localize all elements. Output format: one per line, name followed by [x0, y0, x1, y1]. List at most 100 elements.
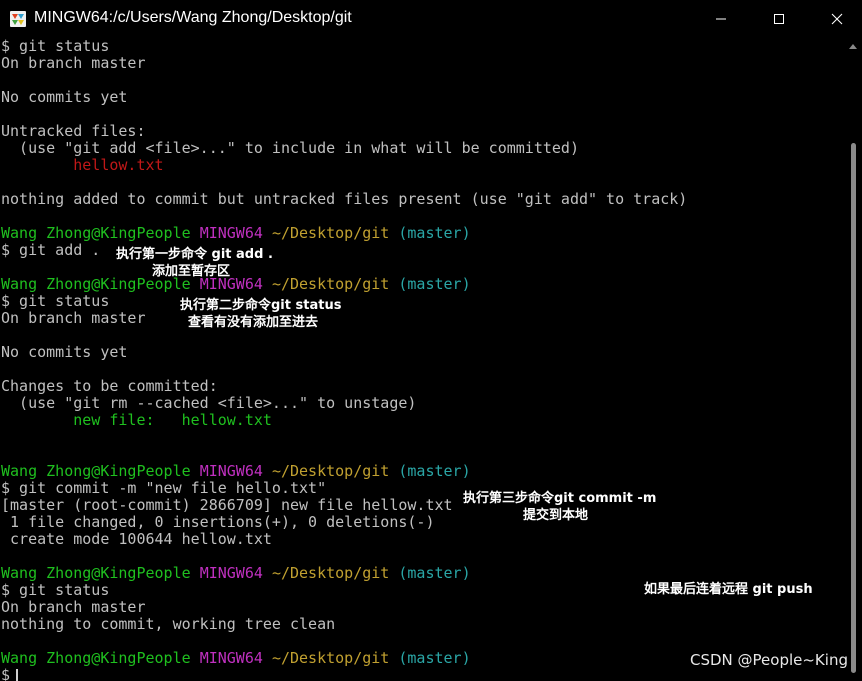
terminal-text-segment: Wang Zhong@KingPeople	[1, 224, 191, 242]
terminal-text-segment: (use "git rm --cached <file>..." to unst…	[1, 394, 417, 412]
annotation-step-3-line-1: 执行第三步命令git commit -m	[463, 491, 657, 506]
terminal-text-segment: create mode 100644 hellow.txt	[1, 530, 272, 548]
annotation-step-2-line-2: 查看有没有添加至进去	[188, 315, 319, 330]
terminal-text-segment: ~/Desktop/git	[271, 649, 390, 667]
minimize-button[interactable]	[692, 0, 750, 38]
git-bash-icon	[9, 10, 27, 28]
terminal-text-segment: $ git commit -m "new file hello.txt"	[1, 479, 327, 497]
terminal-text-segment: Wang Zhong@KingPeople	[1, 462, 191, 480]
terminal-text-segment: ~/Desktop/git	[271, 224, 390, 242]
window-title: MINGW64:/c/Users/Wang Zhong/Desktop/git	[34, 9, 352, 26]
terminal-line: nothing to commit, working tree clean	[0, 616, 845, 633]
scrollbar-thumb[interactable]	[851, 143, 856, 673]
minimize-icon	[716, 18, 726, 20]
terminal-line: Wang Zhong@KingPeople MINGW64 ~/Desktop/…	[0, 225, 845, 242]
terminal-text-segment: $ git add .	[1, 241, 101, 259]
terminal-line: 1 file changed, 0 insertions(+), 0 delet…	[0, 514, 845, 531]
terminal-line: No commits yet	[0, 344, 845, 361]
terminal-text-segment: 1 file changed, 0 insertions(+), 0 delet…	[1, 513, 435, 531]
terminal-text-segment: ~/Desktop/git	[271, 564, 390, 582]
terminal-text-segment: (master)	[398, 649, 471, 667]
terminal-line: Untracked files:	[0, 123, 845, 140]
terminal-line: $ git status	[0, 293, 845, 310]
terminal-text-segment: [master (root-commit) 2866709] new file …	[1, 496, 453, 514]
terminal-line: nothing added to commit but untracked fi…	[0, 191, 845, 208]
annotation-step-2: 执行第二步命令git status 查看有没有添加至进去	[180, 297, 341, 331]
terminal-line: On branch master	[0, 599, 845, 616]
terminal-text-segment: ~/Desktop/git	[271, 462, 390, 480]
terminal-text-segment: $ git status	[1, 38, 110, 55]
terminal-line: create mode 100644 hellow.txt	[0, 531, 845, 548]
annotation-step-4: 如果最后连着远程 git push	[644, 581, 813, 598]
terminal-text-segment: new file: hellow.txt	[73, 411, 272, 429]
terminal-text-segment: Wang Zhong@KingPeople	[1, 564, 191, 582]
scrollbar[interactable]	[845, 38, 862, 681]
terminal-text-segment: hellow.txt	[73, 156, 164, 174]
title-bar: MINGW64:/c/Users/Wang Zhong/Desktop/git	[0, 0, 862, 38]
terminal-text-segment: No commits yet	[1, 88, 128, 106]
close-button[interactable]	[808, 0, 862, 38]
terminal-text-segment: MINGW64	[199, 224, 263, 242]
terminal-text-segment: (master)	[398, 224, 471, 242]
terminal-line: On branch master	[0, 310, 845, 327]
terminal-text-segment: MINGW64	[199, 564, 263, 582]
terminal-text-segment: $ git status	[1, 292, 110, 310]
terminal-line: On branch master	[0, 55, 845, 72]
terminal-line: new file: hellow.txt	[0, 412, 845, 429]
terminal-text-segment: (master)	[398, 564, 471, 582]
terminal-text-segment: nothing to commit, working tree clean	[1, 615, 336, 633]
terminal-line: $ git commit -m "new file hello.txt"	[0, 480, 845, 497]
terminal-line: $	[0, 667, 845, 681]
terminal-line: Wang Zhong@KingPeople MINGW64 ~/Desktop/…	[0, 463, 845, 480]
terminal-text-segment: Untracked files:	[1, 122, 146, 140]
terminal-text-segment: On branch master	[1, 598, 146, 616]
terminal-text-segment: $ git status	[1, 581, 110, 599]
close-icon	[831, 13, 843, 25]
terminal-text-segment: (master)	[398, 275, 471, 293]
annotation-step-2-line-1: 执行第二步命令git status	[180, 298, 342, 313]
annotation-step-1-line-2: 添加至暂存区	[152, 264, 231, 279]
terminal-line: $ git status	[0, 38, 845, 55]
terminal-text-segment: (master)	[398, 462, 471, 480]
terminal-line: No commits yet	[0, 89, 845, 106]
terminal-text-segment: MINGW64	[199, 462, 263, 480]
terminal-line: (use "git rm --cached <file>..." to unst…	[0, 395, 845, 412]
annotation-step-1-line-1: 执行第一步命令 git add .	[116, 247, 273, 262]
terminal-line: Wang Zhong@KingPeople MINGW64 ~/Desktop/…	[0, 565, 845, 582]
annotation-step-1: 执行第一步命令 git add . 添加至暂存区	[116, 246, 273, 280]
terminal-text-segment: $	[1, 666, 11, 681]
terminal-text-segment: nothing added to commit but untracked fi…	[1, 190, 688, 208]
terminal-text-segment: MINGW64	[199, 649, 263, 667]
terminal-text-segment: No commits yet	[1, 343, 128, 361]
maximize-button[interactable]	[750, 0, 808, 38]
annotation-step-3: 执行第三步命令git commit -m 提交到本地	[463, 490, 656, 524]
scroll-up-arrow-icon[interactable]	[849, 44, 857, 49]
terminal-text-segment: ~/Desktop/git	[271, 275, 390, 293]
annotation-step-3-line-2: 提交到本地	[523, 508, 589, 523]
terminal-text-segment: On branch master	[1, 309, 146, 327]
csdn-watermark: CSDN @People~King	[690, 651, 848, 669]
terminal-text-segment: On branch master	[1, 54, 146, 72]
terminal-text-segment: Changes to be committed:	[1, 377, 218, 395]
terminal-line: (use "git add <file>..." to include in w…	[0, 140, 845, 157]
text-cursor	[16, 668, 19, 681]
annotation-step-4-line-1: 如果最后连着远程 git push	[644, 582, 813, 597]
